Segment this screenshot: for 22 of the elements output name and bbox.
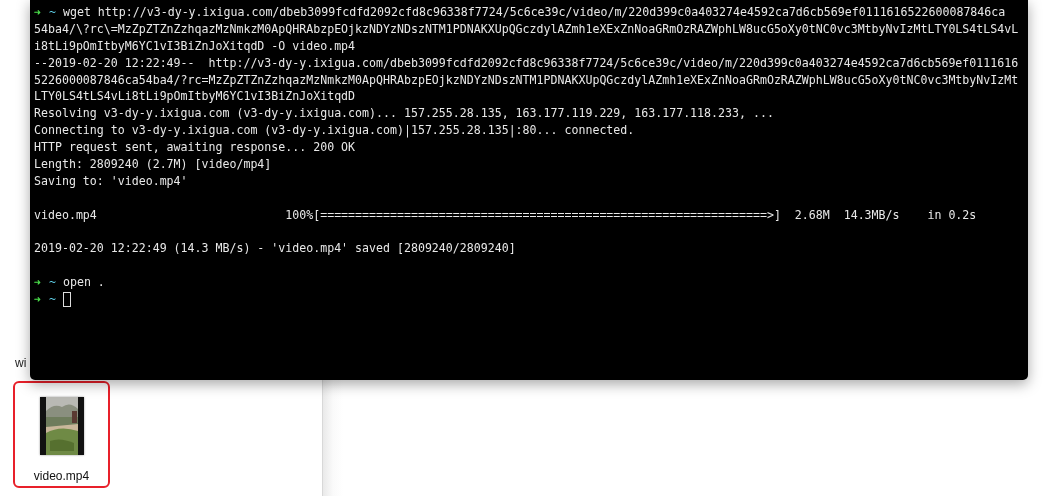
terminal-output: Connecting to v3-dy-y.ixigua.com (v3-dy-y.ixigua.com)|157.255.28.135|:80... connected.	[34, 122, 635, 140]
terminal-output: LTY0LS4tLS4vLi8tLi9pOmItbyM6YC1vI3BiZnJoXitqdD	[34, 88, 356, 106]
terminal-output: HTTP request sent, awaiting response... 200 OK	[34, 139, 356, 157]
terminal-output: 5226000087846ca54ba4/?rc=MzZpZTZnZzhqazMzNmkzM0ApQHRAbzpEOjkzNDYzNDszNTM1PDNAKXUpQGczdylAZmh1eXExZnNoaGRmOzRAZWphLW8ucG5oXy0tNC0vc3MtbyNvIzMt	[34, 71, 1019, 89]
terminal-output: 54ba4/\?rc\=MzZpZTZnZzhqazMzNmkzM0ApQHRAbzpEOjkzNDYzNDszNTM1PDNAKXUpQGczdylAZmh1eXExZnNoaGRmOzRAZWphLW8ucG5oXy0tNC0vc3MtbyNvIzMtLTY0LS4tLS4vL	[34, 20, 1019, 38]
file-item[interactable]: video.mp4	[13, 381, 110, 488]
prompt-directory: ~	[49, 291, 56, 309]
terminal-output: --2019-02-20 12:22:49-- http://v3-dy-y.ixigua.com/dbeb3099fcdfd2092cfd8c96338f7724/5c6ce39c/video/m/220d399c0a403274e4592ca7d6cb569ef0111616	[34, 54, 1019, 72]
sidebar-text: wi	[15, 356, 27, 370]
terminal-output: i8tLi9pOmItbyM6YC1vI3BiZnJoXitqdD -O video.mp4	[34, 37, 356, 55]
prompt-arrow: ➜	[34, 274, 41, 292]
prompt-directory: ~	[49, 4, 56, 21]
prompt-arrow: ➜	[34, 4, 41, 21]
prompt-directory: ~	[49, 274, 56, 292]
terminal-output: 2019-02-20 12:22:49 (14.3 MB/s) - 'video.mp4' saved [2809240/2809240]	[34, 240, 516, 258]
terminal-output: video.mp4 100%[================================================================>] 2.68M 14.3MB/s in 0.2s	[34, 206, 977, 224]
terminal-output: Resolving v3-dy-y.ixigua.com (v3-dy-y.ixigua.com)... 157.255.28.135, 163.177.119.229, 163.177.118.233, ...	[34, 105, 774, 123]
terminal-output: Length: 2809240 (2.7M) [video/mp4]	[34, 156, 272, 173]
command-text: wget http://v3-dy-y.ixigua.com/dbeb3099fcdfd2092cfd8c96338f7724/5c6ce39c/video/m/220d399c0a403274e4592ca7d6cb569ef0111616522600087846ca	[62, 4, 1006, 21]
prompt-arrow: ➜	[34, 291, 41, 309]
command-text: open .	[62, 274, 105, 292]
terminal-output: Saving to: 'video.mp4'	[34, 172, 188, 190]
